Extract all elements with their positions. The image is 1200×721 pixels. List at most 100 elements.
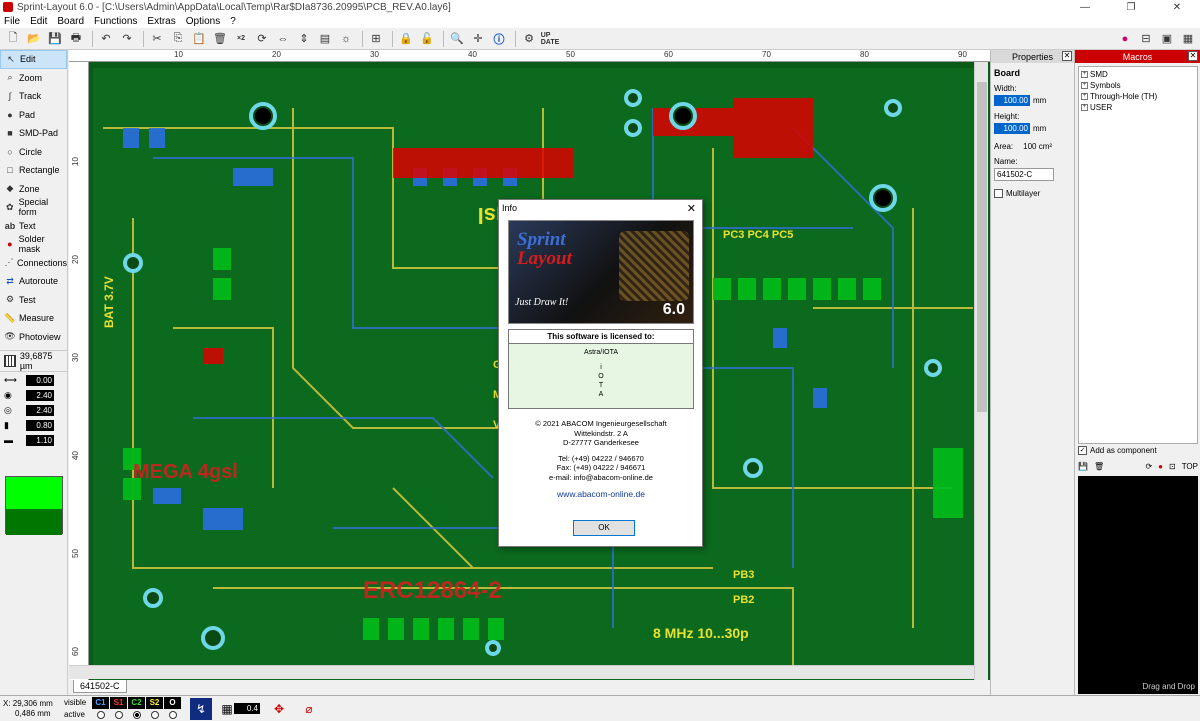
tool-text[interactable]: ab Text [0,217,67,236]
website-link[interactable]: www.abacom-online.de [508,489,694,500]
maximize-button[interactable]: ❐ [1108,2,1154,13]
layer-c1-toggle[interactable]: C1 [92,696,109,709]
menu-extras[interactable]: Extras [147,16,175,27]
drc-icon[interactable]: ⊟ [1137,30,1155,48]
layer-s1-radio[interactable] [110,709,127,721]
side-toggle-icon[interactable]: ⊡ [1169,462,1176,471]
tool-zone[interactable]: ◆ Zone [0,180,67,199]
crosshair-icon[interactable]: ✛ [469,30,487,48]
width-field[interactable]: 100.00 [994,95,1030,106]
tool-connections[interactable]: ⋰ Connections [0,254,67,273]
add-as-component-toggle[interactable]: ✓ Add as component [1078,446,1157,455]
layer-c2-toggle[interactable]: C2 [128,696,145,709]
record-icon[interactable]: ● [1158,462,1163,471]
close-icon[interactable]: ✕ [1062,51,1072,61]
settings-gear-icon[interactable]: ⚙ [520,30,538,48]
no-drc-icon[interactable]: ⌀ [298,698,320,720]
layer-c1-radio[interactable] [92,709,109,721]
delete-icon[interactable]: 🗑 [211,30,229,48]
menu-edit[interactable]: Edit [30,16,47,27]
dialog-close-icon[interactable]: ✕ [687,202,696,215]
refresh-icon[interactable]: ⟳ [1145,462,1152,471]
layer-s2-toggle[interactable]: S2 [146,696,163,709]
menu-file[interactable]: File [4,16,20,27]
new-file-icon[interactable]: 🗋 [4,30,22,48]
layer-o-toggle[interactable]: O [164,696,181,709]
layer-o-radio[interactable] [164,709,181,721]
tool-track[interactable]: ∫ Track [0,87,67,106]
tree-item-through-hole[interactable]: + Through-Hole (TH) [1081,91,1195,102]
track-width-row[interactable]: ⟷ 0.00 [0,373,67,387]
brightness-icon[interactable]: ☼ [337,30,355,48]
tool-pad[interactable]: ● Pad [0,106,67,125]
tree-item-symbols[interactable]: + Symbols [1081,80,1195,91]
menu-help[interactable]: ? [230,16,236,27]
drc-check-icon[interactable]: ▣ [1158,30,1176,48]
tool-test[interactable]: ⚙ Test [0,291,67,310]
delete-icon[interactable]: 🗑 [1094,462,1104,471]
undo-icon[interactable]: ↶ [97,30,115,48]
pad-inner-row[interactable]: ◎ 2.40 [0,403,67,417]
layer-s2-radio[interactable] [146,709,163,721]
smd-width-value[interactable]: 0.80 [26,419,54,431]
height-field[interactable]: 100.00 [994,123,1030,134]
expand-icon[interactable]: + [1081,93,1088,100]
paste-icon[interactable]: 📋 [190,30,208,48]
tool-smd-pad[interactable]: ■ SMD-Pad [0,124,67,143]
smd-width-row[interactable]: ▮ 0.80 [0,418,67,432]
grid-selector[interactable]: 39,6875 µm [0,350,67,372]
lock-icon[interactable]: 🔒 [397,30,415,48]
tree-item-smd[interactable]: + SMD [1081,69,1195,80]
cut-icon[interactable]: ✂ [148,30,166,48]
search-icon[interactable]: 🔍 [448,30,466,48]
multilayer-checkbox[interactable] [994,189,1003,198]
track-width-value[interactable]: 0.00 [26,374,54,386]
autoroute-mode-icon[interactable]: ↯ [190,697,212,720]
board-tab[interactable]: 641502-C [73,680,127,693]
cursor-crosshair-icon[interactable]: ✥ [268,698,290,720]
pad-inner-value[interactable]: 2.40 [26,404,54,416]
menu-options[interactable]: Options [186,16,220,27]
add-as-component-checkbox[interactable]: ✓ [1078,446,1087,455]
expand-icon[interactable]: + [1081,104,1088,111]
zoom-value[interactable]: 0.4 [234,703,260,714]
pad-outer-row[interactable]: ◉ 2.40 [0,388,67,402]
tool-measure[interactable]: 📏 Measure [0,309,67,328]
align-icon[interactable]: ▤ [316,30,334,48]
tree-item-user[interactable]: + USER [1081,102,1195,113]
photo-mode-icon[interactable]: ● [1116,30,1134,48]
info-icon[interactable]: ⓘ [490,30,508,48]
layer-c2-radio[interactable] [128,709,145,721]
save-icon[interactable]: 💾 [1078,462,1088,471]
canvas-vertical-scrollbar[interactable] [974,62,988,680]
open-folder-icon[interactable]: 📂 [25,30,43,48]
ok-button[interactable]: OK [573,520,635,536]
tool-special-form[interactable]: ✿ Special form [0,197,67,217]
macro-preview[interactable]: Drag and Drop [1078,476,1198,694]
close-button[interactable]: ✕ [1154,2,1200,13]
tool-circle[interactable]: ○ Circle [0,143,67,162]
tool-edit[interactable]: ↖ Edit [0,50,67,69]
mirror-h-icon[interactable]: ⇔ [274,30,292,48]
smd-height-value[interactable]: 1.10 [26,434,54,446]
menu-board[interactable]: Board [57,16,84,27]
save-icon[interactable]: 💾 [46,30,64,48]
redo-icon[interactable]: ↷ [118,30,136,48]
library-icon[interactable]: ▦ [1179,30,1197,48]
copy-icon[interactable]: ⎘ [169,30,187,48]
expand-icon[interactable]: + [1081,82,1088,89]
mirror-v-icon[interactable]: ⇕ [295,30,313,48]
name-field[interactable]: 641502-C [994,168,1054,181]
print-icon[interactable]: 🖶 [67,30,85,48]
tool-autoroute[interactable]: ⇄ Autoroute [0,272,67,291]
layer-s1-toggle[interactable]: S1 [110,696,127,709]
tool-zoom[interactable]: ⌕ Zoom [0,69,67,88]
smd-height-row[interactable]: ▬ 1.10 [0,433,67,447]
close-icon[interactable]: ✕ [1188,51,1198,61]
minimize-button[interactable]: — [1062,2,1108,13]
tool-solder-mask[interactable]: ● Solder mask [0,234,67,254]
duplicate-button[interactable]: ×2 [232,30,250,48]
scroll-thumb[interactable] [977,82,987,412]
rotate-icon[interactable]: ⟳ [253,30,271,48]
update-button[interactable]: UP DATE [541,30,560,48]
